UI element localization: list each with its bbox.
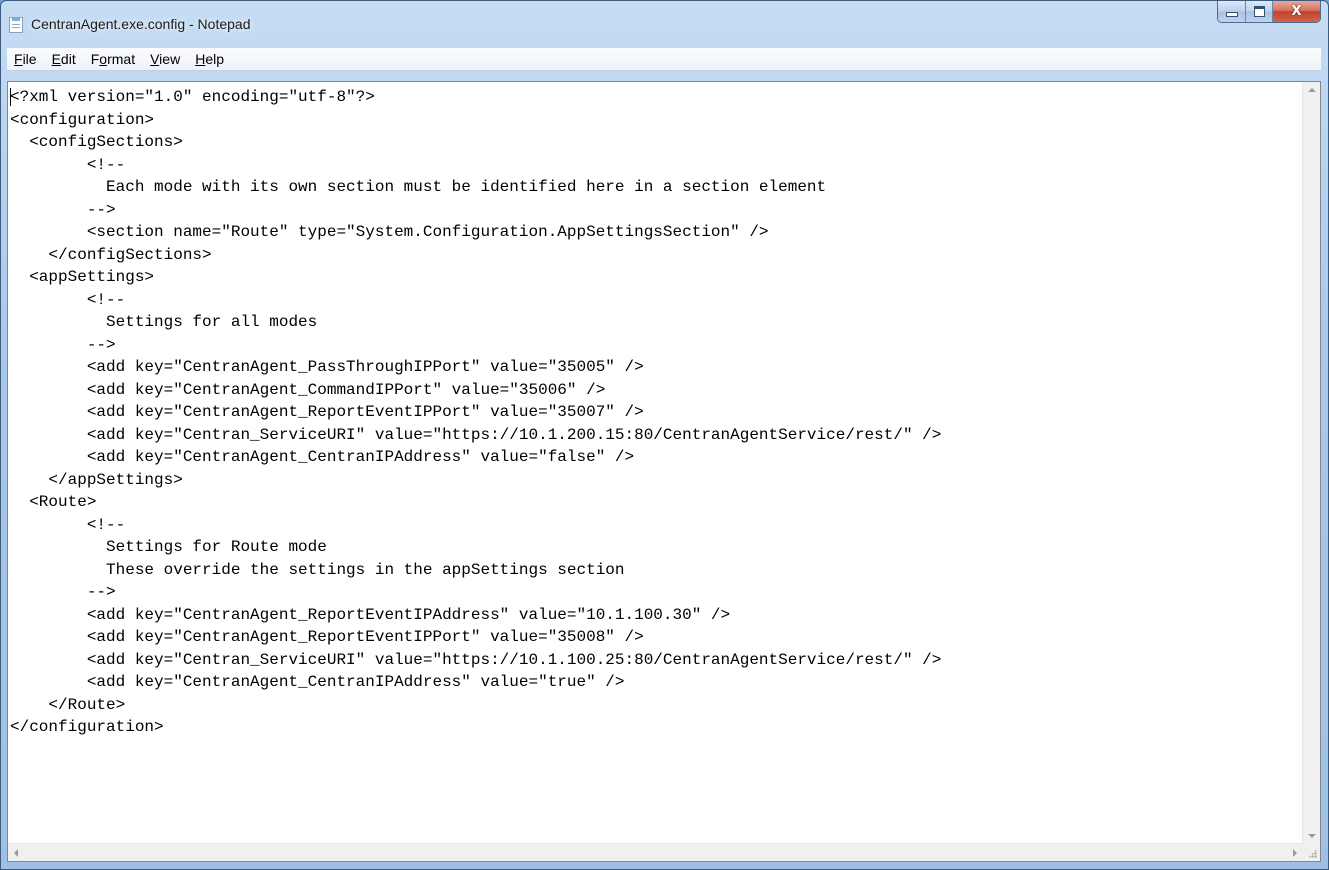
menu-help[interactable]: Help (188, 48, 232, 70)
scroll-right-icon[interactable] (1293, 849, 1297, 857)
text-editor[interactable]: <?xml version="1.0" encoding="utf-8"?> <… (7, 81, 1321, 862)
menu-edit[interactable]: Edit (45, 48, 84, 70)
menu-format[interactable]: Format (84, 48, 143, 70)
close-icon: X (1291, 4, 1302, 19)
title-bar[interactable]: CentranAgent.exe.config - Notepad X (1, 1, 1328, 47)
notepad-window: CentranAgent.exe.config - Notepad X File… (0, 0, 1329, 870)
menu-file[interactable]: File (7, 48, 45, 70)
horizontal-scrollbar[interactable] (8, 843, 1303, 861)
window-title: CentranAgent.exe.config - Notepad (31, 16, 251, 32)
menu-bar: File Edit Format View Help (7, 48, 1321, 71)
maximize-icon (1253, 6, 1265, 17)
vertical-scrollbar[interactable] (1302, 82, 1320, 844)
maximize-button[interactable] (1246, 1, 1273, 22)
minimize-icon (1225, 12, 1238, 17)
minimize-button[interactable] (1218, 1, 1246, 22)
resize-grip-icon[interactable] (1303, 844, 1320, 861)
editor-text-area[interactable]: <?xml version="1.0" encoding="utf-8"?> <… (8, 82, 1303, 844)
menu-view[interactable]: View (143, 48, 188, 70)
caption-buttons: X (1217, 1, 1321, 23)
close-button[interactable]: X (1273, 1, 1320, 22)
file-content[interactable]: <?xml version="1.0" encoding="utf-8"?> <… (8, 82, 1303, 739)
scroll-down-icon[interactable] (1308, 834, 1316, 838)
text-caret (10, 88, 11, 106)
scroll-left-icon[interactable] (14, 849, 18, 857)
scroll-up-icon[interactable] (1308, 88, 1316, 92)
notepad-icon[interactable] (9, 17, 23, 33)
